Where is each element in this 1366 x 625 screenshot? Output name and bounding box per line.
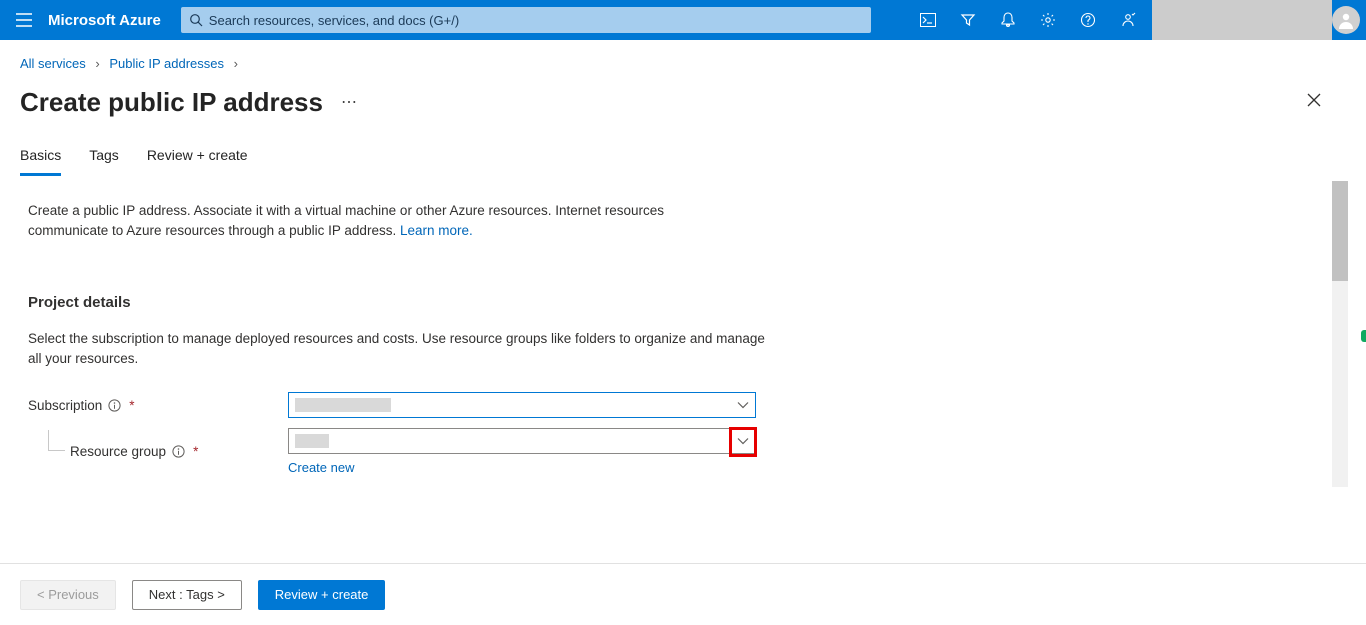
resource-group-row: Resource group * Create new (28, 428, 1312, 475)
create-new-link[interactable]: Create new (288, 460, 354, 475)
tabs: Basics Tags Review + create (0, 127, 1366, 177)
tab-review[interactable]: Review + create (147, 147, 248, 176)
next-button[interactable]: Next : Tags > (132, 580, 242, 610)
avatar[interactable] (1332, 6, 1360, 34)
breadcrumb-public-ip[interactable]: Public IP addresses (109, 56, 224, 71)
info-icon[interactable] (108, 399, 121, 412)
subscription-row: Subscription * (28, 392, 1312, 418)
settings-icon[interactable] (1028, 0, 1068, 40)
breadcrumb-all-services[interactable]: All services (20, 56, 86, 71)
close-icon[interactable] (1306, 92, 1322, 113)
feedback-icon[interactable] (1108, 0, 1148, 40)
resource-group-value (295, 434, 329, 448)
page-title: Create public IP address (20, 87, 323, 118)
footer: < Previous Next : Tags > Review + create (0, 563, 1366, 625)
title-row: Create public IP address ⋯ (0, 77, 1366, 127)
learn-more-link[interactable]: Learn more. (400, 223, 473, 238)
project-details-heading: Project details (28, 294, 1312, 311)
search-icon (189, 13, 203, 27)
scrollbar-thumb[interactable] (1332, 181, 1348, 281)
chevron-down-icon (737, 434, 749, 449)
subscription-label: Subscription (28, 398, 102, 413)
breadcrumb: All services › Public IP addresses › (0, 40, 1366, 77)
cloud-shell-icon[interactable] (908, 0, 948, 40)
resource-group-label: Resource group (70, 444, 166, 459)
account-info[interactable] (1152, 0, 1332, 40)
tab-basics[interactable]: Basics (20, 147, 61, 176)
subscription-select[interactable] (288, 392, 756, 418)
chevron-right-icon: › (234, 56, 238, 71)
tab-tags[interactable]: Tags (89, 147, 119, 176)
resource-group-select[interactable] (288, 428, 756, 454)
brand-label[interactable]: Microsoft Azure (48, 12, 175, 29)
intro-body: Create a public IP address. Associate it… (28, 203, 664, 238)
intro-text: Create a public IP address. Associate it… (28, 201, 748, 240)
filter-icon[interactable] (948, 0, 988, 40)
topbar: Microsoft Azure (0, 0, 1366, 40)
review-create-button[interactable]: Review + create (258, 580, 386, 610)
project-details-desc: Select the subscription to manage deploy… (28, 329, 768, 368)
info-icon[interactable] (172, 445, 185, 458)
global-search[interactable] (181, 7, 871, 33)
chevron-right-icon: › (95, 56, 99, 71)
help-icon[interactable] (1068, 0, 1108, 40)
subscription-value (295, 398, 391, 412)
chevron-down-icon (737, 398, 749, 413)
search-input[interactable] (209, 13, 863, 28)
previous-button: < Previous (20, 580, 116, 610)
required-indicator: * (193, 444, 198, 459)
content-area: Create a public IP address. Associate it… (0, 177, 1332, 567)
edge-marker (1361, 330, 1366, 342)
more-icon[interactable]: ⋯ (341, 92, 359, 112)
notifications-icon[interactable] (988, 0, 1028, 40)
menu-icon[interactable] (0, 0, 48, 40)
required-indicator: * (129, 398, 134, 413)
